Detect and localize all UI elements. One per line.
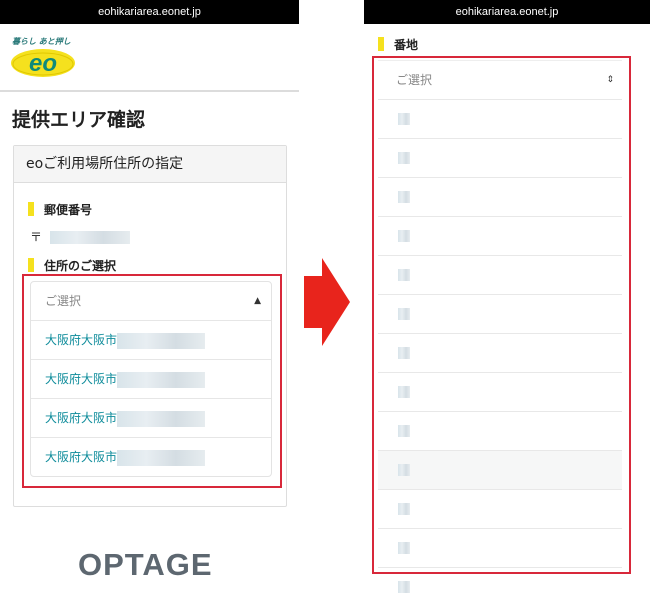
- yellow-bar-icon: [28, 258, 34, 272]
- postal-label: 郵便番号: [28, 201, 92, 218]
- redacted-postal-code: [49, 231, 130, 244]
- site-header: 暮らし あと押し eo: [0, 24, 299, 92]
- redacted-lot: [398, 581, 410, 593]
- eo-logo[interactable]: eo: [10, 48, 76, 78]
- url-bar[interactable]: eohikariarea.eonet.jp: [0, 0, 299, 24]
- lot-number-label: 番地: [378, 36, 418, 53]
- postal-value: 〒: [30, 228, 130, 245]
- page-title: 提供エリア確認: [12, 109, 146, 131]
- yellow-bar-icon: [28, 202, 34, 216]
- tagline: 暮らし あと押し: [12, 37, 71, 46]
- arrow-right-icon: [304, 258, 350, 346]
- optage-logo: OPTAGE: [78, 547, 213, 582]
- card-header: eoご利用場所住所の指定: [14, 146, 286, 183]
- address-label: 住所のご選択: [28, 257, 116, 274]
- right-screen: eohikariarea.eonet.jp 番地 ご選択 ⇕: [364, 0, 650, 600]
- highlight-frame: [372, 56, 631, 574]
- url-bar[interactable]: eohikariarea.eonet.jp: [364, 0, 650, 24]
- yellow-bar-icon: [378, 37, 384, 51]
- logo-text: eo: [29, 50, 57, 77]
- highlight-frame: [22, 274, 282, 488]
- left-screen: eohikariarea.eonet.jp 暮らし あと押し eo 提供エリア確…: [0, 0, 299, 600]
